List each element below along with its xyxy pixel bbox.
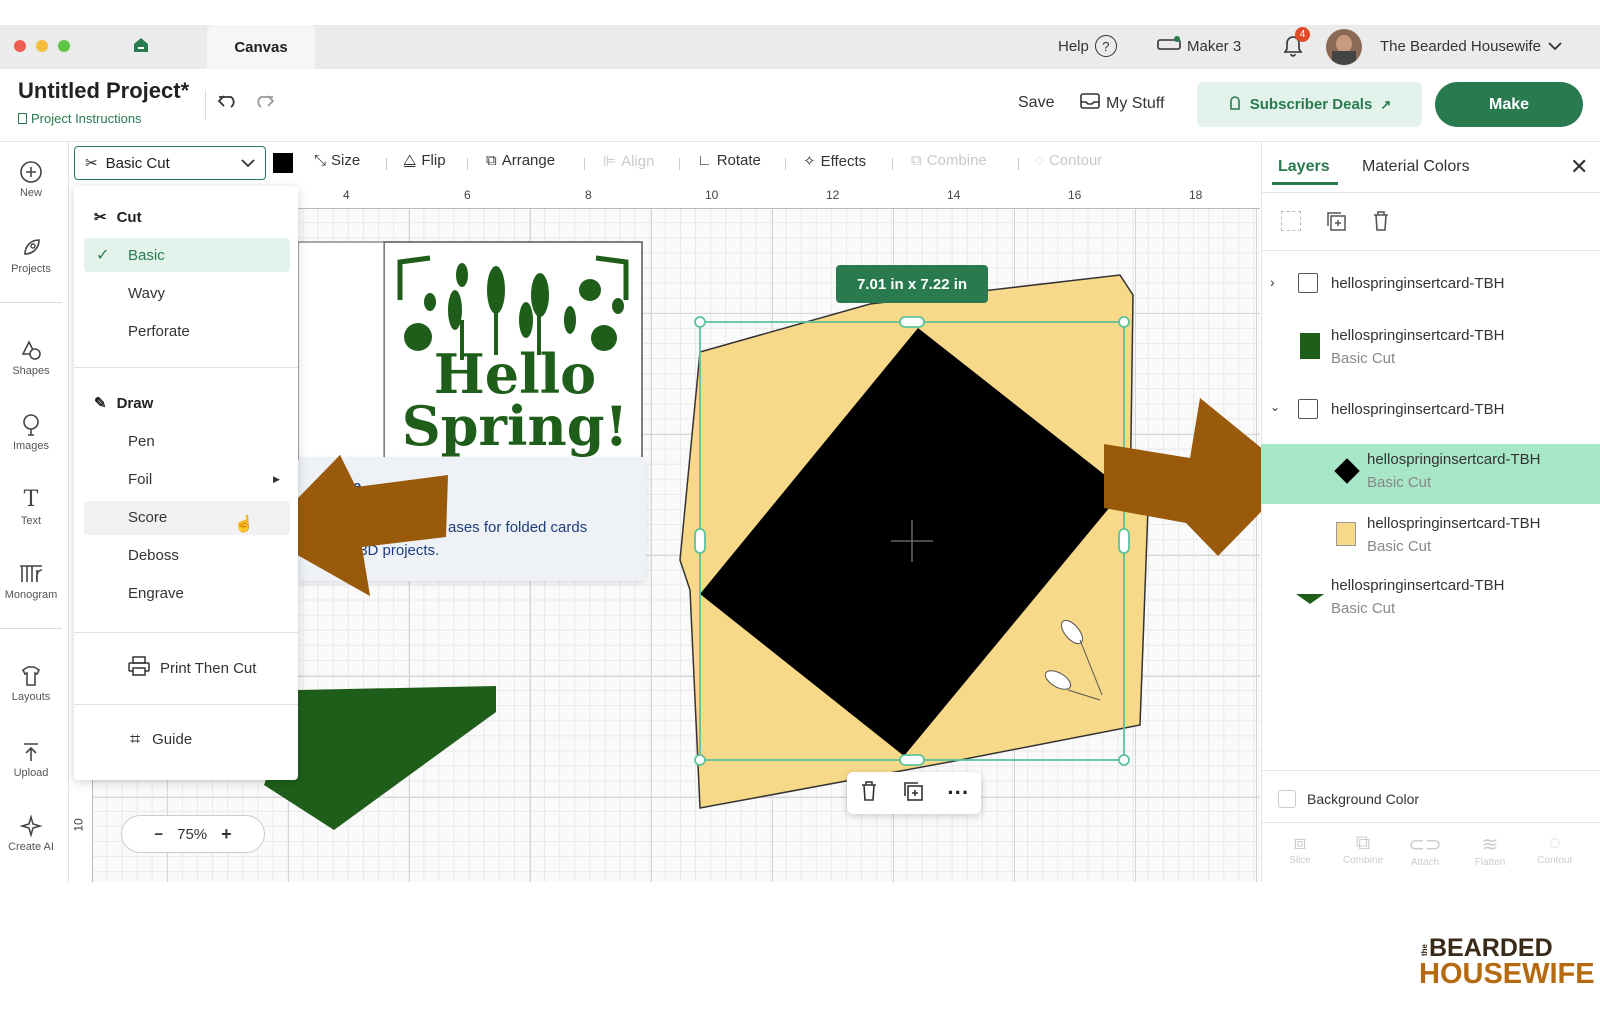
attach-button[interactable]: ⊂⊃ Attach — [1405, 832, 1445, 868]
menu-item-foil[interactable]: Foil — [128, 471, 152, 488]
scissors-icon: ✂ — [94, 209, 107, 226]
tooltip-line2: and 3D projects. — [330, 542, 440, 559]
background-color-label: Background Color — [1307, 791, 1420, 807]
layer-name[interactable]: hellospringinsertcard-TBH — [1331, 577, 1504, 594]
menu-item-basic[interactable] — [84, 238, 290, 272]
card-line-hello: Hello — [433, 342, 597, 406]
duplicate-layer-icon[interactable] — [1325, 210, 1347, 237]
cut-heading: ✂ Cut — [94, 208, 142, 227]
tab-layers[interactable]: Layers — [1278, 158, 1330, 176]
tab-underline — [1272, 182, 1338, 185]
object-actions: ··· — [847, 772, 981, 814]
contour-panel-icon: ◌ — [1549, 832, 1561, 854]
zoom-value: 75% — [177, 825, 208, 843]
card-headline: Hello Spring! — [400, 342, 630, 458]
flatten-icon: ≋ — [1481, 834, 1499, 856]
layer-operation: Basic Cut — [1367, 474, 1432, 491]
pen-icon: ✎ — [94, 395, 107, 412]
layer-name[interactable]: hellospringinsertcard-TBH — [1331, 401, 1504, 418]
layer-operation: Basic Cut — [1331, 600, 1396, 617]
slice-button[interactable]: ⧈ Slice — [1285, 832, 1315, 866]
green-envelope-flap[interactable] — [264, 686, 496, 830]
watermark-line2: HOUSEWIFE — [1419, 958, 1595, 990]
duplicate-icon[interactable] — [902, 780, 924, 807]
combine-panel-label: Combine — [1342, 855, 1384, 866]
print-then-cut-label: Print Then Cut — [160, 659, 257, 677]
slice-icon: ⧈ — [1293, 832, 1307, 854]
close-icon[interactable]: ✕ — [1570, 156, 1588, 178]
layers-panel — [1261, 142, 1600, 882]
flatten-button[interactable]: ≋ Flatten — [1470, 832, 1510, 868]
card-line-spring: Spring! — [401, 394, 629, 458]
group-layer-icon — [1298, 273, 1318, 293]
menu-item-engrave[interactable]: Engrave — [128, 585, 184, 602]
check-icon: ✓ — [96, 247, 110, 264]
layer-name[interactable]: hellospringinsertcard-TBH — [1331, 327, 1504, 344]
menu-item-wavy[interactable]: Wavy — [128, 285, 165, 302]
layer-thumbnail — [1300, 333, 1320, 359]
attach-label: Attach — [1410, 857, 1440, 868]
menu-item-deboss[interactable]: Deboss — [128, 547, 179, 564]
contour-panel-button[interactable]: ◌ Contour — [1530, 832, 1580, 866]
menu-divider — [74, 704, 298, 705]
brand-watermark: the BEARDED HOUSEWIFE — [1419, 935, 1595, 990]
delete-layer-icon[interactable] — [1371, 210, 1391, 237]
draw-heading: ✎ Draw — [94, 394, 154, 413]
layer-operation: Basic Cut — [1367, 538, 1432, 555]
card-back-panel[interactable] — [297, 241, 385, 463]
slice-label: Slice — [1289, 855, 1311, 866]
cut-heading-label: Cut — [116, 208, 142, 226]
attach-icon: ⊂⊃ — [1408, 834, 1442, 856]
layer-thumbnail — [1296, 592, 1324, 611]
tooltip-line1: ases for folded cards — [448, 519, 588, 536]
menu-item-guide[interactable]: ⌗ Guide — [130, 729, 192, 750]
tooltip-title: ore — [338, 478, 362, 495]
menu-item-score-label: Score — [128, 509, 168, 526]
zoom-in-button[interactable]: + — [221, 824, 232, 845]
more-icon[interactable]: ··· — [947, 782, 969, 804]
menu-item-pen[interactable]: Pen — [128, 433, 155, 450]
guide-label: Guide — [152, 731, 193, 748]
layer-name[interactable]: hellospringinsertcard-TBH — [1331, 275, 1504, 292]
divider — [1261, 770, 1600, 771]
combine-panel-icon: ⧉ — [1355, 832, 1371, 854]
background-color-checkbox[interactable] — [1278, 790, 1296, 808]
layer-operation: Basic Cut — [1331, 350, 1396, 367]
menu-item-print-then-cut[interactable]: Print Then Cut — [128, 656, 256, 680]
layer-name: hellospringinsertcard-TBH — [1367, 451, 1541, 468]
hand-cursor-icon: ☝ — [234, 516, 254, 533]
dimension-badge: 7.01 in x 7.22 in — [836, 265, 988, 303]
contour-panel-label: Contour — [1537, 855, 1573, 866]
menu-divider — [74, 367, 298, 368]
menu-item-score[interactable] — [84, 501, 290, 535]
draw-heading-label: Draw — [116, 394, 154, 412]
tab-material-colors[interactable]: Material Colors — [1362, 158, 1470, 176]
submenu-arrow-icon: ▶ — [273, 474, 280, 484]
watermark-small: the — [1420, 944, 1429, 956]
menu-item-basic-label: Basic — [128, 247, 165, 264]
guide-icon: ⌗ — [130, 729, 141, 749]
menu-divider — [74, 632, 298, 633]
divider — [1261, 822, 1600, 823]
chevron-right-icon[interactable]: › — [1270, 274, 1275, 290]
zoom-control: − 75% + — [121, 815, 265, 853]
combine-panel-button[interactable]: ⧉ Combine — [1338, 832, 1388, 866]
group-icon[interactable] — [1281, 211, 1301, 231]
score-tooltip: ore ases for folded cards and 3D project… — [298, 457, 646, 581]
trash-icon[interactable] — [859, 780, 879, 807]
flatten-label: Flatten — [1474, 857, 1506, 868]
layer-thumbnail — [1336, 522, 1356, 546]
menu-item-perforate[interactable]: Perforate — [128, 323, 190, 340]
divider — [1261, 250, 1600, 251]
printer-icon — [128, 656, 150, 680]
operation-dropdown — [74, 186, 298, 780]
layer-name[interactable]: hellospringinsertcard-TBH — [1367, 515, 1540, 532]
chevron-down-icon[interactable]: ⌄ — [1270, 400, 1280, 414]
video-letterbox — [0, 883, 1600, 1017]
zoom-out-button[interactable]: − — [154, 826, 163, 843]
group-layer-icon — [1298, 399, 1318, 419]
divider — [1261, 192, 1600, 193]
